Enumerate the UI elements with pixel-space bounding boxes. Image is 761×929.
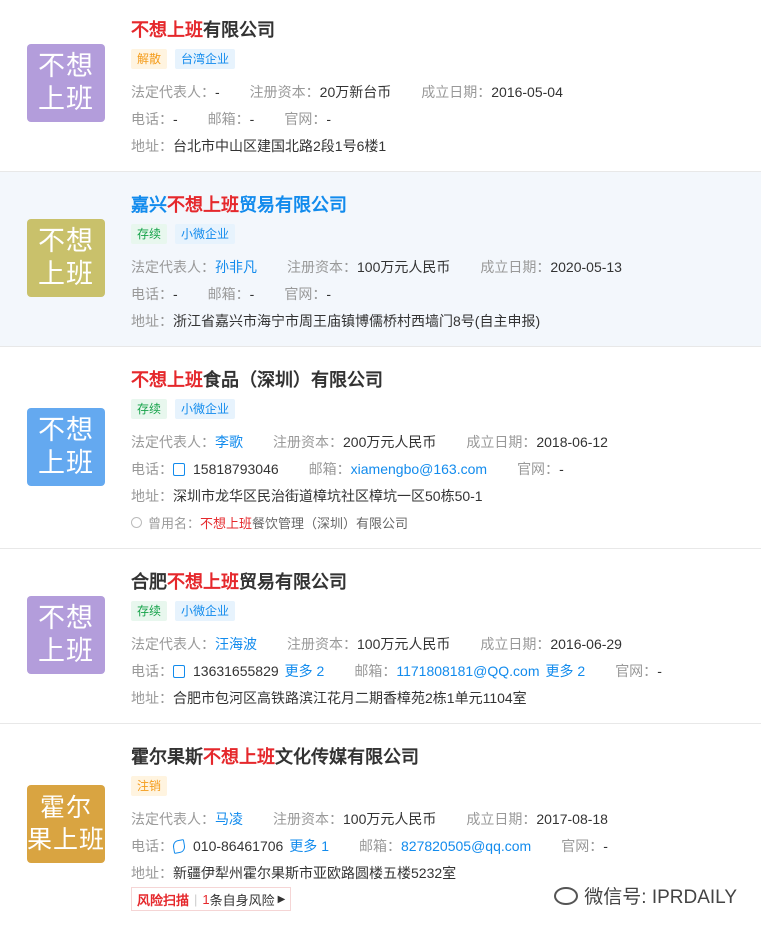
former-name-row: 曾用名： 不想上班 餐饮管理（深圳）有限公司 <box>131 513 408 532</box>
link-icon <box>131 517 142 528</box>
status-badge: 存续 <box>131 399 168 419</box>
status-badge: 存续 <box>131 224 168 244</box>
more-phones-link[interactable]: 更多 2 <box>285 661 325 681</box>
company-logo: 不想 上班 <box>27 44 105 122</box>
company-logo: 霍尔 果上班 <box>27 785 105 863</box>
type-badge: 小微企业 <box>175 224 236 244</box>
info-row: 法定代表人： 李歌 注册资本： 200万元人民币 成立日期： 2018-06-12 <box>131 432 608 452</box>
phone-number[interactable]: 15818793046 <box>193 461 279 477</box>
tag-list: 存续 小微企业 <box>131 399 236 419</box>
company-card[interactable]: 不想 上班 合肥不想上班贸易有限公司 存续 小微企业 法定代表人： 汪海波 注册资本… <box>0 549 761 724</box>
legal-rep-link[interactable]: 汪海波 <box>215 634 257 654</box>
more-phones-link[interactable]: 更多 1 <box>289 836 329 856</box>
tag-list: 注销 <box>131 776 168 796</box>
email-link[interactable]: 827820505@qq.com <box>401 838 531 854</box>
info-row: 法定代表人： 马凌 注册资本： 100万元人民币 成立日期： 2017-08-18 <box>131 809 608 829</box>
contact-row: 电话： 15818793046 邮箱： xiamengbo@163.com 官网：… <box>131 461 564 477</box>
company-logo: 不想 上班 <box>27 219 105 297</box>
info-row: 法定代表人： - 注册资本： 20万新台币 成立日期： 2016-05-04 <box>131 84 563 100</box>
address-row: 地址： 新疆伊犁州霍尔果斯市亚欧路圆楼五楼5232室 <box>131 865 457 881</box>
company-card[interactable]: 不想 上班 不想上班有限公司 解散 台湾企业 法定代表人： - 注册资本： 20万新台… <box>0 0 761 172</box>
type-badge: 小微企业 <box>175 601 236 621</box>
company-logo: 不想 上班 <box>27 596 105 674</box>
more-emails-link[interactable]: 更多 2 <box>546 661 586 681</box>
address-row: 地址： 台北市中山区建国北路2段1号6楼1 <box>131 138 387 154</box>
contact-row: 电话： - 邮箱： - 官网： - <box>131 111 332 127</box>
info-row: 法定代表人： 汪海波 注册资本： 100万元人民币 成立日期： 2016-06-29 <box>131 634 622 654</box>
company-logo: 不想 上班 <box>27 408 105 486</box>
tag-list: 存续 小微企业 <box>131 224 236 244</box>
company-card[interactable]: 不想 上班 嘉兴不想上班贸易有限公司 存续 小微企业 法定代表人： 孙非凡 注册资本… <box>0 172 761 347</box>
phone-number[interactable]: 13631655829 <box>193 663 279 679</box>
phone-number[interactable]: 010-86461706 <box>193 838 283 854</box>
email-link[interactable]: xiamengbo@163.com <box>351 461 487 477</box>
risk-scan-button[interactable]: 风险扫描 | 1 条自身风险 ▶ <box>131 887 292 911</box>
company-card[interactable]: 不想 上班 不想上班食品（深圳）有限公司 存续 小微企业 法定代表人： 李歌 注册资… <box>0 347 761 549</box>
legal-rep-link[interactable]: 李歌 <box>215 432 243 452</box>
status-badge: 解散 <box>131 49 168 69</box>
wechat-icon <box>554 886 579 905</box>
legal-rep: - <box>215 84 220 100</box>
watermark: 微信号: IPRDAILY <box>554 882 737 909</box>
caret-right-icon: ▶ <box>277 893 286 905</box>
company-name[interactable]: 不想上班食品（深圳）有限公司 <box>131 366 383 392</box>
contact-row: 电话： - 邮箱： - 官网： - <box>131 286 332 302</box>
legal-rep-link[interactable]: 孙非凡 <box>215 257 257 277</box>
address-row: 地址： 合肥市包河区高铁路滨江花月二期香樟苑2栋1单元1104室 <box>131 690 527 706</box>
company-name[interactable]: 霍尔果斯不想上班文化传媒有限公司 <box>131 743 419 769</box>
mobile-icon <box>173 664 185 678</box>
tag-list: 解散 台湾企业 <box>131 49 236 69</box>
email-link[interactable]: 1171808181@QQ.com <box>396 663 539 679</box>
phone-icon <box>171 838 187 854</box>
contact-row: 电话： 13631655829 更多 2 邮箱： 1171808181@QQ.co… <box>131 661 662 681</box>
company-name[interactable]: 合肥不想上班贸易有限公司 <box>131 568 347 594</box>
company-name[interactable]: 不想上班有限公司 <box>131 16 275 42</box>
address-row: 地址： 浙江省嘉兴市海宁市周王庙镇博儒桥村西墙门8号(自主申报) <box>131 313 541 329</box>
tag-list: 存续 小微企业 <box>131 601 236 621</box>
status-badge: 存续 <box>131 601 168 621</box>
legal-rep-link[interactable]: 马凌 <box>215 809 243 829</box>
info-row: 法定代表人： 孙非凡 注册资本： 100万元人民币 成立日期： 2020-05-13 <box>131 257 622 277</box>
type-badge: 小微企业 <box>175 399 236 419</box>
address-row: 地址： 深圳市龙华区民治街道樟坑社区樟坑一区50栋50-1 <box>131 488 483 504</box>
mobile-icon <box>173 462 185 476</box>
contact-row: 电话： 010-86461706 更多 1 邮箱： 827820505@qq.co… <box>131 836 608 856</box>
company-name[interactable]: 嘉兴不想上班贸易有限公司 <box>131 191 347 217</box>
status-badge: 注销 <box>131 776 168 796</box>
type-badge: 台湾企业 <box>175 49 236 69</box>
